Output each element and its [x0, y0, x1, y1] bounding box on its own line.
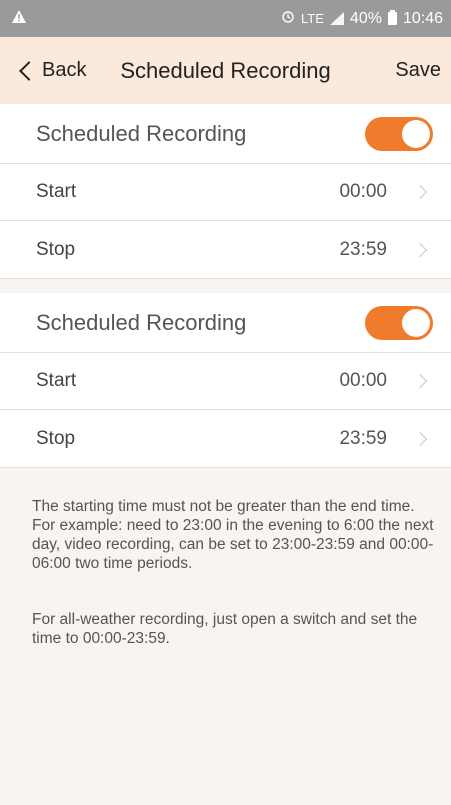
schedule-header: Scheduled Recording [0, 104, 451, 164]
start-label: Start [36, 370, 77, 391]
signal-icon [329, 12, 344, 25]
chevron-right-icon [412, 184, 428, 200]
start-value: 00:00 [339, 181, 387, 202]
help-text-time-rule: The starting time must not be greater th… [32, 498, 434, 572]
save-button[interactable]: Save [395, 59, 441, 82]
start-value: 00:00 [339, 370, 387, 391]
schedule-header: Scheduled Recording [0, 293, 451, 353]
chevron-right-icon [412, 373, 428, 389]
chevron-right-icon [412, 242, 428, 257]
help-text-all-weather: For all-weather recording, just open a s… [32, 611, 418, 647]
start-label: Start [36, 181, 77, 202]
schedule-group-1: Scheduled Recording Start 00:00 Stop 23:… [0, 104, 451, 279]
stop-value: 23:59 [339, 427, 387, 449]
alarm-icon [281, 9, 295, 28]
schedule-toggle[interactable] [365, 305, 433, 340]
chevron-right-icon [412, 431, 428, 446]
chevron-left-icon [19, 60, 39, 81]
stop-value: 23:59 [339, 238, 387, 260]
schedule-toggle[interactable] [365, 116, 433, 151]
schedule-title: Scheduled Recording [36, 309, 247, 335]
stop-time-row[interactable]: Stop 23:59 [0, 221, 451, 278]
toggle-knob [402, 119, 430, 148]
battery-level: 40% [349, 9, 382, 27]
schedule-title: Scheduled Recording [36, 120, 247, 146]
start-time-row[interactable]: Start 00:00 [0, 353, 451, 410]
status-bar: LTE 40% 10:46 [0, 0, 451, 37]
stop-label: Stop [36, 427, 76, 449]
nav-bar: Back Scheduled Recording Save [0, 37, 451, 104]
back-button[interactable]: Back [16, 59, 86, 82]
schedule-group-2: Scheduled Recording Start 00:00 Stop 23:… [0, 293, 451, 468]
toggle-knob [402, 308, 430, 337]
warning-icon [12, 9, 26, 28]
stop-time-row[interactable]: Stop 23:59 [0, 410, 451, 467]
start-time-row[interactable]: Start 00:00 [0, 164, 451, 221]
network-type: LTE [301, 11, 324, 26]
clock: 10:46 [402, 9, 443, 27]
battery-icon [387, 10, 397, 25]
stop-label: Stop [36, 238, 76, 260]
back-label: Back [42, 59, 87, 81]
